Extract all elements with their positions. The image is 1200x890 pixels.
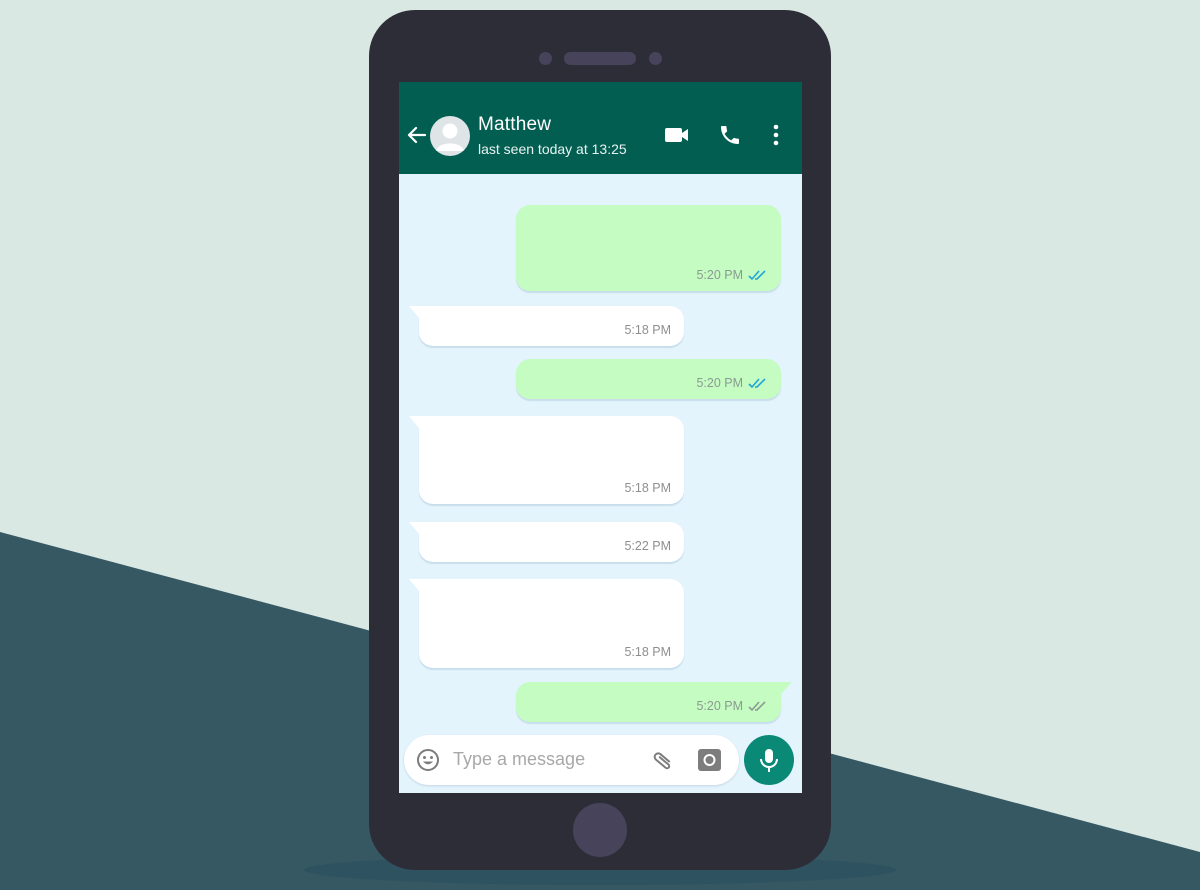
chat-header: Matthew last seen today at 13:25: [399, 82, 802, 174]
more-options-icon[interactable]: [771, 122, 781, 148]
front-camera: [539, 52, 552, 65]
message-outgoing[interactable]: 5:20 PM: [516, 682, 792, 722]
emoji-icon[interactable]: [416, 748, 440, 772]
sensor-dot: [649, 52, 662, 65]
message-time: 5:20 PM: [696, 376, 743, 390]
message-input-bar[interactable]: Type a message: [404, 735, 739, 785]
last-seen-status: last seen today at 13:25: [478, 141, 627, 157]
camera-icon[interactable]: [698, 749, 721, 771]
video-call-icon[interactable]: [664, 122, 690, 148]
avatar[interactable]: [430, 116, 470, 156]
message-input[interactable]: Type a message: [453, 749, 585, 770]
default-avatar-icon: [436, 123, 464, 151]
message-outgoing[interactable]: 5:20 PM: [516, 359, 781, 399]
message-time: 5:18 PM: [624, 323, 671, 337]
message-incoming[interactable]: 5:22 PM: [409, 522, 684, 562]
message-incoming[interactable]: 5:18 PM: [409, 579, 684, 668]
message-incoming[interactable]: 5:18 PM: [409, 416, 684, 504]
message-time: 5:18 PM: [624, 645, 671, 659]
message-incoming[interactable]: 5:18 PM: [409, 306, 684, 346]
read-ticks-icon: [748, 378, 766, 389]
mic-button[interactable]: [744, 735, 794, 785]
message-time: 5:18 PM: [624, 481, 671, 495]
contact-name[interactable]: Matthew: [478, 114, 551, 136]
message-time: 5:22 PM: [624, 539, 671, 553]
earpiece-speaker: [564, 52, 636, 65]
back-arrow-icon[interactable]: [407, 125, 427, 145]
message-time: 5:20 PM: [696, 268, 743, 282]
chat-screen: Matthew last seen today at 13:25 5:20 PM: [399, 82, 802, 793]
phone-device: Matthew last seen today at 13:25 5:20 PM: [369, 10, 831, 870]
message-outgoing[interactable]: 5:20 PM: [516, 205, 781, 291]
read-ticks-icon: [748, 270, 766, 281]
attach-icon[interactable]: [650, 747, 676, 773]
home-button[interactable]: [573, 803, 627, 857]
delivered-ticks-icon: [748, 701, 766, 712]
voice-call-icon[interactable]: [718, 122, 742, 148]
message-time: 5:20 PM: [696, 699, 743, 713]
mic-icon: [760, 749, 778, 772]
